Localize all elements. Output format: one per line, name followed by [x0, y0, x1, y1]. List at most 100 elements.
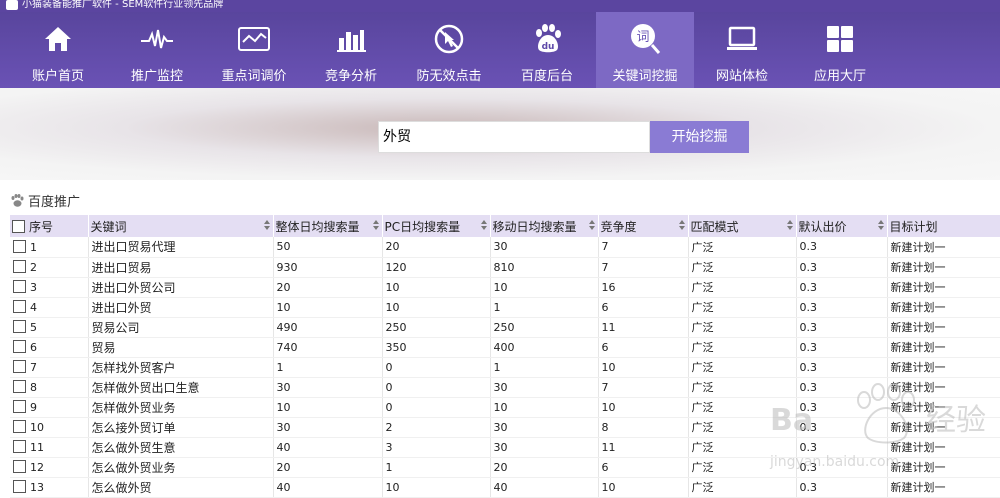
column-header-index[interactable]: 序号 [10, 215, 89, 237]
cell-match-mode: 广泛 [688, 417, 797, 438]
nav-item-keyword-mining[interactable]: 词 关键词挖掘 [596, 12, 694, 88]
keyword-search-input[interactable]: 外贸 [378, 121, 650, 153]
cell-index[interactable]: 7 [10, 357, 89, 378]
table-row[interactable]: 10 怎么接外贸订单 30 2 30 8 广泛 0.3 新建计划一 [10, 417, 1000, 438]
table-row[interactable]: 2 进出口贸易 930 120 810 7 广泛 0.3 新建计划一 [10, 257, 1000, 278]
cell-match-mode: 广泛 [688, 477, 797, 498]
table-row[interactable]: 12 怎么做外贸业务 20 1 20 6 广泛 0.3 新建计划一 [10, 457, 1000, 478]
cell-index[interactable]: 9 [10, 397, 89, 418]
cell-index[interactable]: 6 [10, 337, 89, 358]
row-checkbox[interactable] [13, 280, 26, 293]
nav-item-monitor[interactable]: 推广监控 [108, 12, 206, 88]
no-click-icon [434, 24, 464, 54]
cell-match-mode: 广泛 [688, 397, 797, 418]
row-checkbox[interactable] [13, 420, 26, 433]
cell-index[interactable]: 13 [10, 477, 89, 498]
start-mining-button[interactable]: 开始挖掘 [650, 121, 749, 153]
title-bar: 小猫装备能推广软件 - SEM软件行业领先品牌 [0, 0, 1000, 12]
sort-icon[interactable] [588, 220, 595, 232]
row-checkbox[interactable] [13, 460, 26, 473]
select-all-checkbox[interactable] [12, 219, 25, 233]
cell-mobile-search: 30 [490, 417, 599, 438]
cell-index[interactable]: 11 [10, 437, 89, 458]
row-checkbox[interactable] [13, 400, 26, 413]
cell-default-bid: 0.3 [796, 277, 888, 298]
row-checkbox[interactable] [13, 320, 26, 333]
table-row[interactable]: 1 进出口贸易代理 50 20 30 7 广泛 0.3 新建计划一 [10, 237, 1000, 258]
cell-total-search: 20 [273, 277, 383, 298]
monitor-chart-icon [238, 27, 270, 51]
cell-mobile-search: 30 [490, 237, 599, 258]
row-checkbox[interactable] [13, 380, 26, 393]
nav-label: 应用大厅 [813, 69, 866, 84]
nav-item-apps[interactable]: 应用大厅 [790, 12, 890, 88]
row-checkbox[interactable] [13, 480, 26, 493]
cell-pc-search: 250 [382, 317, 491, 338]
cell-index[interactable]: 12 [10, 457, 89, 478]
table-header-row: 序号 关键词 整体日均搜索量 PC日均搜索量 移动日均搜索量 竞争度 匹配模式 … [10, 215, 1000, 237]
row-checkbox[interactable] [13, 239, 26, 253]
cell-default-bid: 0.3 [796, 417, 888, 438]
cell-index[interactable]: 4 [10, 297, 89, 318]
cell-default-bid: 0.3 [796, 337, 888, 358]
nav-item-competition[interactable]: 竞争分析 [302, 12, 400, 88]
column-header-default-bid[interactable]: 默认出价 [796, 215, 888, 237]
cell-default-bid: 0.3 [796, 237, 888, 258]
baidu-paw-icon [11, 194, 24, 207]
keyword-table: 序号 关键词 整体日均搜索量 PC日均搜索量 移动日均搜索量 竞争度 匹配模式 … [10, 215, 1000, 498]
column-header-keyword[interactable]: 关键词 [88, 215, 274, 237]
table-row[interactable]: 8 怎样做外贸出口生意 30 0 30 7 广泛 0.3 新建计划一 [10, 377, 1000, 398]
cell-index[interactable]: 10 [10, 417, 89, 438]
cell-index[interactable]: 8 [10, 377, 89, 398]
cell-total-search: 930 [273, 257, 383, 278]
table-row[interactable]: 13 怎么做外贸 40 10 40 10 广泛 0.3 新建计划一 [10, 477, 1000, 498]
cell-index[interactable]: 5 [10, 317, 89, 338]
cell-pc-search: 10 [382, 297, 491, 318]
column-header-target-plan[interactable]: 目标计划 [887, 215, 1000, 237]
table-row[interactable]: 4 进出口外贸 10 10 1 6 广泛 0.3 新建计划一 [10, 297, 1000, 318]
cell-keyword: 怎么做外贸生意 [88, 437, 274, 458]
column-header-total-search[interactable]: 整体日均搜索量 [273, 215, 383, 237]
sort-icon[interactable] [678, 220, 685, 232]
cell-total-search: 740 [273, 337, 383, 358]
nav-label: 竞争分析 [324, 69, 377, 84]
table-row[interactable]: 6 贸易 740 350 400 6 广泛 0.3 新建计划一 [10, 337, 1000, 358]
sort-icon[interactable] [786, 220, 793, 232]
app-title: 小猫装备能推广软件 - SEM软件行业领先品牌 [22, 0, 224, 10]
nav-item-home[interactable]: 账户首页 [8, 12, 108, 88]
sort-icon[interactable] [372, 220, 379, 232]
row-checkbox[interactable] [13, 340, 26, 353]
table-row[interactable]: 9 怎样做外贸业务 10 0 10 10 广泛 0.3 新建计划一 [10, 397, 1000, 418]
cell-keyword: 怎么做外贸业务 [88, 457, 274, 478]
column-header-competition[interactable]: 竞争度 [598, 215, 689, 237]
cell-index[interactable]: 1 [10, 237, 89, 258]
column-header-match-mode[interactable]: 匹配模式 [688, 215, 797, 237]
cell-index[interactable]: 2 [10, 257, 89, 278]
row-checkbox[interactable] [13, 360, 26, 373]
table-row[interactable]: 7 怎样找外贸客户 1 0 1 10 广泛 0.3 新建计划一 [10, 357, 1000, 378]
row-checkbox[interactable] [13, 300, 26, 313]
svg-text:词: 词 [636, 30, 649, 45]
row-checkbox[interactable] [13, 260, 26, 273]
nav-item-bid-adjust[interactable]: 重点词调价 [206, 12, 302, 88]
column-header-pc-search[interactable]: PC日均搜索量 [382, 215, 491, 237]
apps-grid-icon [827, 26, 853, 52]
sort-icon[interactable] [263, 220, 270, 232]
cell-index[interactable]: 3 [10, 277, 89, 298]
nav-item-site-check[interactable]: 网站体检 [694, 12, 790, 88]
nav-item-click-guard[interactable]: 防无效点击 [400, 12, 498, 88]
sort-icon[interactable] [480, 220, 487, 232]
cell-keyword: 怎样找外贸客户 [88, 357, 274, 378]
table-row[interactable]: 5 贸易公司 490 250 250 11 广泛 0.3 新建计划一 [10, 317, 1000, 338]
cell-keyword: 贸易公司 [88, 317, 274, 338]
column-header-mobile-search[interactable]: 移动日均搜索量 [490, 215, 599, 237]
cell-default-bid: 0.3 [796, 477, 888, 498]
cell-match-mode: 广泛 [688, 277, 797, 298]
cell-keyword: 进出口外贸公司 [88, 277, 274, 298]
sort-icon[interactable] [877, 220, 884, 232]
nav-item-baidu-backend[interactable]: du 百度后台 [498, 12, 596, 88]
nav-label: 重点词调价 [221, 69, 287, 84]
table-row[interactable]: 11 怎么做外贸生意 40 3 30 11 广泛 0.3 新建计划一 [10, 437, 1000, 458]
row-checkbox[interactable] [13, 440, 26, 453]
table-row[interactable]: 3 进出口外贸公司 20 10 10 16 广泛 0.3 新建计划一 [10, 277, 1000, 298]
